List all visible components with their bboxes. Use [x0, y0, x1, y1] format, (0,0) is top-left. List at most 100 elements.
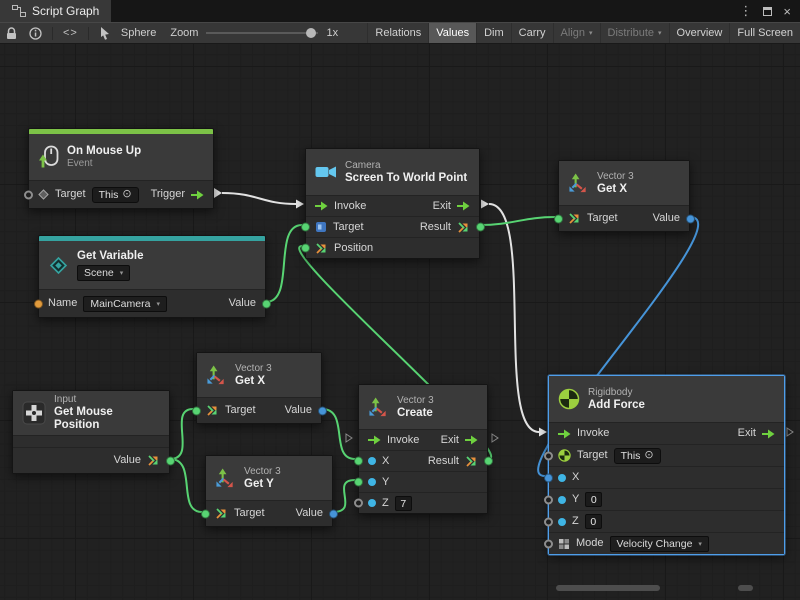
node-header[interactable]: Input Get Mouse Position	[13, 391, 169, 435]
target-object-label[interactable]: Sphere	[121, 27, 156, 39]
invoke-input-port[interactable]	[296, 200, 304, 209]
target-input-port[interactable]	[544, 451, 553, 460]
value-output-port[interactable]	[262, 299, 271, 308]
node-add-force[interactable]: Rigidbody Add Force Invoke Exit Target	[548, 375, 785, 555]
node-header[interactable]: Get Variable Scene ▾	[39, 241, 265, 289]
close-icon[interactable]: ×	[783, 5, 791, 18]
this-chip[interactable]: This ⊙	[614, 448, 661, 464]
port-row-target-trigger: Target This ⊙ Trigger	[29, 180, 213, 208]
target-input-port[interactable]	[201, 509, 210, 518]
node-get-variable[interactable]: Get Variable Scene ▾ Name MainCamera ▾ V…	[38, 235, 266, 318]
port-label-result: Result	[420, 222, 451, 233]
align-button[interactable]: Align▾	[553, 23, 600, 43]
relations-button[interactable]: Relations	[367, 23, 428, 43]
y-input-port[interactable]	[544, 495, 553, 504]
dim-button[interactable]: Dim	[476, 23, 511, 43]
flow-arrow-icon	[558, 429, 571, 439]
zoom-slider-thumb[interactable]	[306, 28, 316, 38]
port-label-value: Value	[296, 508, 323, 519]
addforce-exit-output-port[interactable]	[787, 428, 793, 436]
rigidbody-mini-icon	[558, 449, 571, 462]
position-input-port[interactable]	[301, 244, 310, 253]
create-exit-output-port[interactable]	[492, 434, 498, 442]
name-input-port[interactable]	[34, 299, 43, 308]
y-value-field[interactable]: 0	[585, 492, 602, 507]
z-input-port[interactable]	[354, 499, 363, 508]
graph-canvas[interactable]: On Mouse Up Event Target This ⊙ Trigger	[0, 44, 800, 600]
node-on-mouse-up[interactable]: On Mouse Up Event Target This ⊙ Trigger	[28, 128, 214, 209]
addforce-invoke-input-port[interactable]	[539, 428, 547, 437]
gameobject-icon	[38, 189, 49, 200]
value-output-port[interactable]	[318, 406, 327, 415]
x-input-port[interactable]	[544, 473, 553, 482]
target-input-port[interactable]	[24, 190, 33, 199]
z-value-field[interactable]: 7	[395, 496, 412, 511]
node-header[interactable]: Vector 3 Get X	[559, 161, 689, 205]
z-value-field[interactable]: 0	[585, 514, 602, 529]
node-screen-to-world-point[interactable]: Camera Screen To World Point Invoke Exit…	[305, 148, 480, 259]
horizontal-scrollbar-end[interactable]	[738, 585, 753, 591]
zoom-slider[interactable]	[206, 26, 318, 40]
create-invoke-input-port[interactable]	[346, 434, 352, 442]
zoom-value: 1x	[326, 27, 338, 39]
info-icon[interactable]	[23, 23, 48, 43]
value-output-port[interactable]	[686, 214, 695, 223]
lock-icon[interactable]	[0, 23, 23, 43]
vector3-mini-icon	[215, 507, 228, 520]
z-input-port[interactable]	[544, 517, 553, 526]
node-header[interactable]: Vector 3 Create	[359, 385, 487, 429]
result-output-port[interactable]	[476, 223, 485, 232]
inspect-code-icon[interactable]: <>	[57, 23, 84, 43]
node-header[interactable]: Vector 3 Get X	[197, 353, 321, 397]
overview-button[interactable]: Overview	[669, 23, 730, 43]
toolbar-separator	[88, 27, 89, 40]
exit-output-port[interactable]	[481, 200, 489, 209]
target-input-port[interactable]	[554, 214, 563, 223]
mode-input-port[interactable]	[544, 539, 553, 548]
variable-scope-dropdown[interactable]: Scene ▾	[77, 265, 130, 281]
y-input-port[interactable]	[354, 478, 363, 487]
node-header[interactable]: Vector 3 Get Y	[206, 456, 332, 500]
distribute-button[interactable]: Distribute▾	[600, 23, 669, 43]
vector3-icon	[215, 468, 236, 489]
wire-result-to-getx-top[interactable]	[480, 217, 555, 225]
trigger-output-port[interactable]	[214, 188, 222, 198]
target-input-port[interactable]	[192, 406, 201, 415]
node-header[interactable]: Rigidbody Add Force	[549, 376, 784, 422]
wire-variable-to-target[interactable]	[266, 225, 302, 302]
horizontal-scrollbar-thumb[interactable]	[556, 585, 660, 591]
wire-mouseposition-to-gety[interactable]	[170, 459, 202, 512]
port-label-z: Z	[382, 498, 389, 509]
wire-exit-to-addforce-invoke[interactable]	[489, 204, 539, 432]
node-vector3-get-x-top[interactable]: Vector 3 Get X Target Value	[558, 160, 690, 232]
dropdown-value: Velocity Change	[617, 538, 693, 550]
wire-gety-to-create-y[interactable]	[333, 480, 355, 512]
node-get-mouse-position[interactable]: Input Get Mouse Position Value	[12, 390, 170, 474]
value-output-port[interactable]	[166, 456, 175, 465]
wire-mouseposition-to-getx[interactable]	[170, 409, 193, 459]
tab-script-graph[interactable]: Script Graph	[0, 0, 111, 22]
node-title: Create	[397, 407, 434, 420]
node-vector3-get-x-mid[interactable]: Vector 3 Get X Target Value	[196, 352, 322, 424]
this-chip[interactable]: This ⊙	[92, 187, 139, 203]
node-vector3-get-y[interactable]: Vector 3 Get Y Target Value	[205, 455, 333, 527]
target-input-port[interactable]	[301, 223, 310, 232]
menu-icon[interactable]: ⋮	[739, 3, 752, 19]
toolbar-separator	[52, 27, 53, 40]
values-button[interactable]: Values	[428, 23, 476, 43]
maximize-icon[interactable]	[763, 7, 772, 16]
variable-name-dropdown[interactable]: MainCamera ▾	[83, 296, 167, 312]
value-output-port[interactable]	[329, 509, 338, 518]
force-mode-dropdown[interactable]: Velocity Change ▾	[610, 536, 709, 552]
chevron-down-icon: ▾	[698, 540, 702, 548]
wire-trigger-to-invoke[interactable]	[222, 193, 296, 204]
node-header[interactable]: On Mouse Up Event	[29, 134, 213, 180]
wire-getx-to-create-x[interactable]	[322, 409, 355, 459]
x-input-port[interactable]	[354, 457, 363, 466]
carry-button[interactable]: Carry	[511, 23, 553, 43]
port-row-invoke-exit: Invoke Exit	[306, 195, 479, 216]
fullscreen-button[interactable]: Full Screen	[729, 23, 800, 43]
node-vector3-create[interactable]: Vector 3 Create Invoke Exit X Result	[358, 384, 488, 514]
node-header[interactable]: Camera Screen To World Point	[306, 149, 479, 195]
result-output-port[interactable]	[484, 457, 493, 466]
